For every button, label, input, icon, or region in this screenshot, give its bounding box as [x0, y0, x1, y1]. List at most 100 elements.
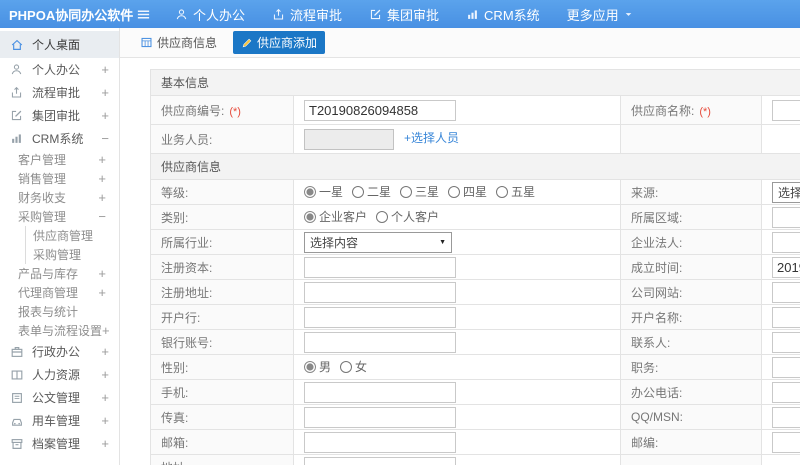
- field-label-cell: 传真:: [150, 404, 294, 430]
- expand-toggle[interactable]: +: [98, 171, 106, 186]
- expand-toggle[interactable]: +: [101, 436, 109, 451]
- text-input[interactable]: [772, 431, 800, 453]
- text-input[interactable]: [304, 99, 456, 121]
- sidebar-item-product-inventory[interactable]: 产品与库存 +: [0, 264, 119, 283]
- field-label-cell: 性别:: [150, 354, 294, 380]
- sidebar-item-official-doc[interactable]: 公文管理 +: [0, 386, 119, 409]
- field-label: 企业法人:: [631, 235, 683, 250]
- text-input[interactable]: [772, 281, 800, 303]
- expand-toggle[interactable]: −: [98, 209, 106, 224]
- expand-toggle[interactable]: +: [101, 108, 109, 123]
- expand-toggle[interactable]: +: [101, 62, 109, 77]
- expand-toggle[interactable]: +: [101, 344, 109, 359]
- field-cell: [760, 304, 800, 330]
- radio-option[interactable]: 五星: [496, 183, 535, 200]
- radio-input[interactable]: [304, 210, 316, 223]
- content-area: 基本信息供应商编号: (*) 供应商名称: (*) 业务人员: +选择人员供应商信息等级:…: [120, 58, 800, 465]
- field-label: 公司网站:: [631, 285, 683, 300]
- sidebar-item-personal-office[interactable]: 个人办公 +: [0, 58, 119, 81]
- choose-person-link[interactable]: +选择人员: [404, 131, 459, 145]
- expand-toggle[interactable]: −: [101, 131, 109, 146]
- topbar-item-workflow-approval[interactable]: 流程审批: [272, 5, 342, 24]
- sidebar-item-vehicle-mgmt[interactable]: 用车管理 +: [0, 409, 119, 432]
- radio-option[interactable]: 企业客户: [304, 208, 367, 225]
- select-input[interactable]: 选择内容▼: [772, 181, 800, 203]
- tab-supplier-add[interactable]: 供应商添加: [233, 31, 326, 54]
- sidebar-item-form-flow-settings[interactable]: 表单与流程设置 +: [0, 321, 119, 340]
- radio-option[interactable]: 二星: [352, 183, 391, 200]
- sidebar-item-personal-desktop[interactable]: 个人桌面: [0, 31, 119, 58]
- text-input[interactable]: [304, 406, 456, 428]
- field-label-cell: 联系人:: [620, 329, 762, 355]
- radio-input[interactable]: [400, 185, 413, 198]
- topbar-item-crm-system[interactable]: CRM系统: [466, 5, 540, 24]
- radio-option[interactable]: 个人客户: [376, 208, 439, 225]
- menu-icon[interactable]: [136, 7, 151, 22]
- text-input[interactable]: [304, 381, 456, 403]
- text-input[interactable]: [304, 281, 456, 303]
- upload-icon: [272, 8, 285, 21]
- expand-toggle[interactable]: +: [101, 413, 109, 428]
- field-cell: [760, 204, 800, 230]
- radio-option[interactable]: 女: [340, 358, 367, 375]
- sidebar-item-archive-mgmt[interactable]: 档案管理 +: [0, 432, 119, 455]
- topbar-item-personal-office[interactable]: 个人办公: [175, 5, 245, 24]
- sidebar-item-purchase-mgmt[interactable]: 采购管理 −: [0, 207, 119, 226]
- text-input[interactable]: [304, 431, 456, 453]
- radio-option[interactable]: 四星: [448, 183, 487, 200]
- text-input[interactable]: [772, 206, 800, 228]
- radio-input[interactable]: [376, 210, 389, 223]
- tab-supplier-info[interactable]: 供应商信息: [132, 31, 225, 54]
- sidebar-item-admin-office[interactable]: 行政办公 +: [0, 340, 119, 363]
- radio-option[interactable]: 一星: [304, 183, 343, 200]
- text-input[interactable]: [304, 456, 456, 465]
- sidebar-item-agent-mgmt[interactable]: 代理商管理 +: [0, 283, 119, 302]
- radio-input[interactable]: [340, 360, 353, 373]
- text-input[interactable]: [304, 306, 456, 328]
- text-input[interactable]: [772, 231, 800, 253]
- sidebar-item-hr[interactable]: 人力资源 +: [0, 363, 119, 386]
- expand-toggle[interactable]: +: [101, 367, 109, 382]
- expand-toggle[interactable]: +: [98, 190, 106, 205]
- text-input[interactable]: [772, 256, 800, 278]
- sidebar-item-reports-stats[interactable]: 报表与统计: [0, 302, 119, 321]
- text-input[interactable]: [772, 306, 800, 328]
- radio-input[interactable]: [304, 185, 316, 198]
- select-input[interactable]: 选择内容▼: [304, 231, 452, 253]
- sidebar-item-workflow-approval[interactable]: 流程审批 +: [0, 81, 119, 104]
- sidebar-item-supplier-mgmt[interactable]: 供应商管理: [26, 226, 119, 245]
- sidebar-item-customer-mgmt[interactable]: 客户管理 +: [0, 150, 119, 169]
- sidebar-item-label: 档案管理: [32, 437, 81, 451]
- sidebar-item-finance-income[interactable]: 财务收支 +: [0, 188, 119, 207]
- expand-toggle[interactable]: +: [101, 85, 109, 100]
- sidebar-item-crm-system[interactable]: CRM系统 −: [0, 127, 119, 150]
- expand-toggle[interactable]: +: [102, 323, 110, 338]
- radio-input[interactable]: [448, 185, 461, 198]
- field-cell: [293, 95, 621, 125]
- expand-toggle[interactable]: +: [98, 152, 106, 167]
- text-input[interactable]: [772, 406, 800, 428]
- sidebar-item-group-approval[interactable]: 集团审批 +: [0, 104, 119, 127]
- radio-option[interactable]: 男: [304, 358, 331, 375]
- text-input[interactable]: [304, 331, 456, 353]
- text-input[interactable]: [304, 128, 394, 150]
- expand-toggle[interactable]: +: [98, 266, 106, 281]
- field-cell: [293, 304, 621, 330]
- topbar-item-more-apps[interactable]: 更多应用: [567, 5, 633, 24]
- radio-input[interactable]: [352, 185, 365, 198]
- text-input[interactable]: [772, 381, 800, 403]
- text-input[interactable]: [772, 331, 800, 353]
- text-input[interactable]: [772, 356, 800, 378]
- topbar-item-group-approval[interactable]: 集团审批: [369, 5, 439, 24]
- tabbar: 供应商信息 供应商添加: [120, 28, 800, 58]
- text-input[interactable]: [772, 99, 800, 121]
- sidebar-item-sales-mgmt[interactable]: 销售管理 +: [0, 169, 119, 188]
- radio-input[interactable]: [304, 360, 316, 373]
- expand-toggle[interactable]: +: [101, 390, 109, 405]
- supplier-form-body: 基本信息供应商编号: (*) 供应商名称: (*) 业务人员: +选择人员供应商信息等级:…: [149, 69, 800, 465]
- sidebar-item-purchasing-mgmt[interactable]: 采购管理: [26, 245, 119, 264]
- text-input[interactable]: [304, 256, 456, 278]
- radio-option[interactable]: 三星: [400, 183, 439, 200]
- expand-toggle[interactable]: +: [98, 285, 106, 300]
- radio-input[interactable]: [496, 185, 509, 198]
